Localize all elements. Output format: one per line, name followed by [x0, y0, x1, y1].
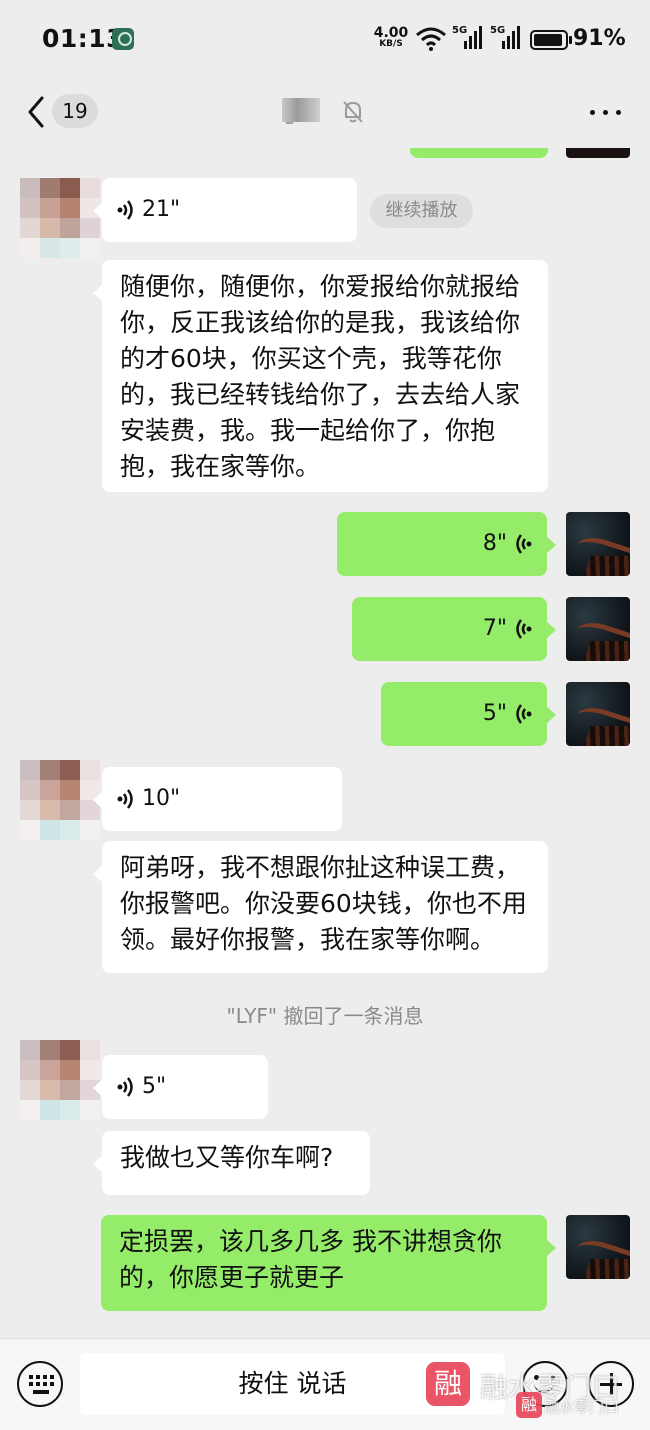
watermark-logo-small: 融 [516, 1392, 542, 1418]
resume-playback-button[interactable]: 继续播放 [370, 194, 473, 228]
back-chevron-icon[interactable] [22, 92, 56, 132]
wifi-icon [416, 27, 446, 51]
previous-avatar-edge [566, 148, 630, 158]
keyboard-icon[interactable] [17, 1361, 63, 1407]
text-message-bubble[interactable]: 我做乜又等你车啊? [93, 1131, 370, 1195]
battery-icon [530, 30, 572, 50]
voice-wave-icon [117, 1077, 133, 1097]
status-bar: 01:13 4.00 KB/S 5G 5G 91% [42, 24, 626, 53]
voice-message-bubble[interactable]: 10" [93, 767, 342, 831]
voice-duration: 8" [482, 531, 507, 556]
voice-wave-icon [117, 200, 133, 220]
mute-bell-icon [343, 101, 363, 123]
my-avatar[interactable] [566, 597, 630, 661]
app-notification-icon [112, 28, 134, 50]
voice-message-bubble[interactable]: 8" [337, 512, 556, 576]
voice-duration: 5" [482, 701, 507, 726]
voice-message-bubble[interactable]: 7" [352, 597, 556, 661]
watermark: 融 融水零门口 融 融水零门口 [426, 1362, 636, 1420]
voice-wave-icon [516, 619, 532, 639]
voice-duration: 21" [142, 197, 181, 222]
voice-wave-icon [516, 704, 532, 724]
voice-duration: 10" [142, 786, 181, 811]
chat-header: 19 _ [0, 78, 650, 148]
voice-message-bubble[interactable]: 5" [93, 1055, 268, 1119]
voice-message-bubble[interactable]: 21" [93, 178, 357, 242]
more-dots-icon[interactable] [586, 100, 626, 124]
contact-avatar[interactable] [20, 1040, 100, 1120]
my-avatar[interactable] [566, 512, 630, 576]
voice-wave-icon [117, 789, 133, 809]
voice-duration: 7" [482, 616, 507, 641]
watermark-text-small: 融水零门口 [544, 1398, 620, 1416]
voice-wave-icon [516, 534, 532, 554]
my-avatar[interactable] [566, 682, 630, 746]
voice-duration: 5" [142, 1074, 167, 1099]
contact-avatar[interactable] [20, 178, 100, 258]
network-speed: 4.00 KB/S [373, 25, 409, 49]
voice-message-bubble[interactable]: 5" [381, 682, 556, 746]
unread-count-badge[interactable]: 19 [52, 94, 98, 128]
text-message-bubble[interactable]: 阿弟呀，我不想跟你扯这种误工费，你报警吧。你没要60块钱，你也不用领。最好你报警… [93, 841, 548, 973]
watermark-logo: 融 [426, 1362, 470, 1406]
my-avatar[interactable] [566, 1215, 630, 1279]
recall-notice: "LYF" 撤回了一条消息 [226, 1004, 424, 1028]
battery-percent: 91% [573, 26, 626, 51]
text-message-bubble[interactable]: 随便你，随便你，你爱报给你就报给你，反正我该给你的是我，我该给你的才60块，你买… [93, 260, 548, 492]
text-message-bubble[interactable]: 定损罢，该几多几多 我不讲想贪你的，你愿更子就更子 [101, 1215, 556, 1311]
contact-avatar[interactable] [20, 760, 100, 840]
chat-title: _ [282, 98, 320, 124]
previous-message-edge [410, 148, 548, 158]
